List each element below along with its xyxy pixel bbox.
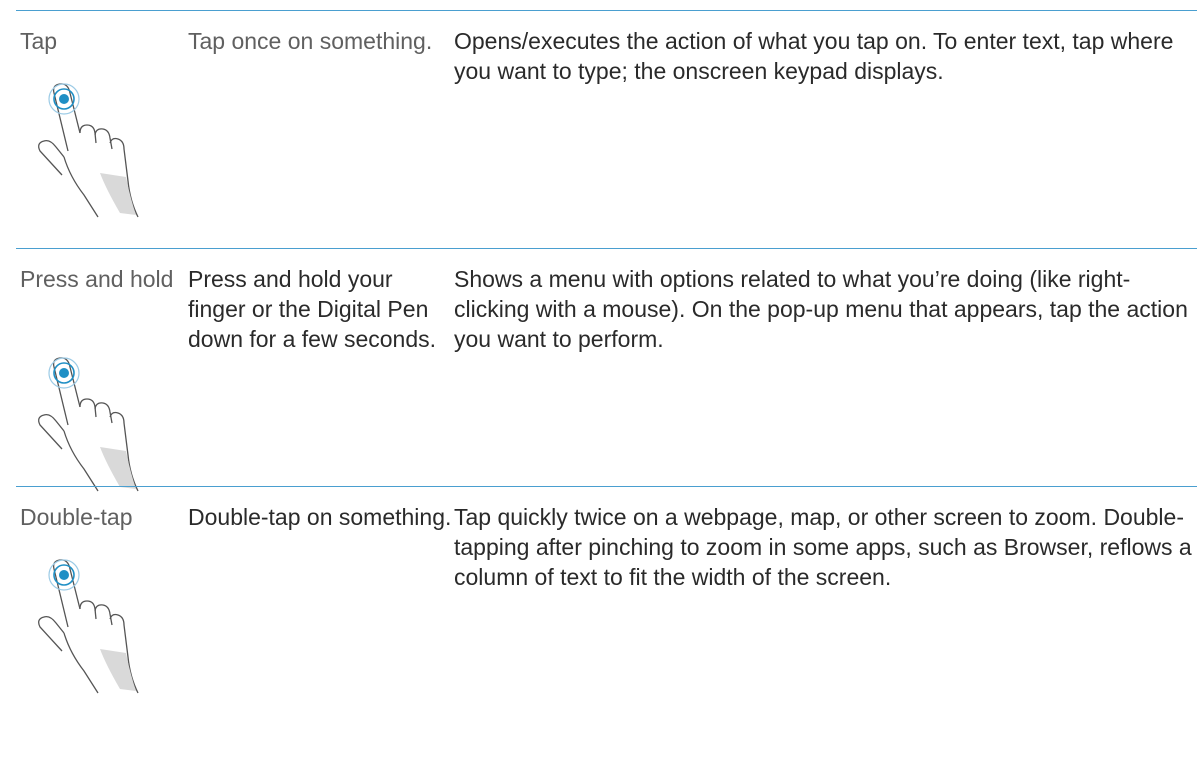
gesture-result: Tap quickly twice on a webpage, map, or … xyxy=(454,504,1192,590)
gesture-result: Opens/executes the action of what you ta… xyxy=(454,28,1174,84)
hand-tap-icon xyxy=(26,347,156,497)
hand-tap-icon xyxy=(26,549,156,699)
gesture-name: Press and hold xyxy=(20,266,174,292)
gesture-action: Tap once on something. xyxy=(188,28,433,54)
hand-tap-icon xyxy=(26,73,156,223)
gesture-action: Press and hold your finger or the Digita… xyxy=(188,266,437,352)
gesture-result: Shows a menu with options related to wha… xyxy=(454,266,1188,352)
gesture-table: Tap Tap once on something. Opens/execute… xyxy=(0,0,1197,758)
table-row: Press and hold Press and hold your finge… xyxy=(16,248,1197,492)
gesture-action: Double-tap on something. xyxy=(188,504,452,530)
gesture-name: Double-tap xyxy=(20,504,133,530)
table-row: Double-tap Double-tap on something. Tap … xyxy=(16,486,1197,759)
gesture-name: Tap xyxy=(20,28,58,54)
table-row: Tap Tap once on something. Opens/execute… xyxy=(16,10,1197,248)
